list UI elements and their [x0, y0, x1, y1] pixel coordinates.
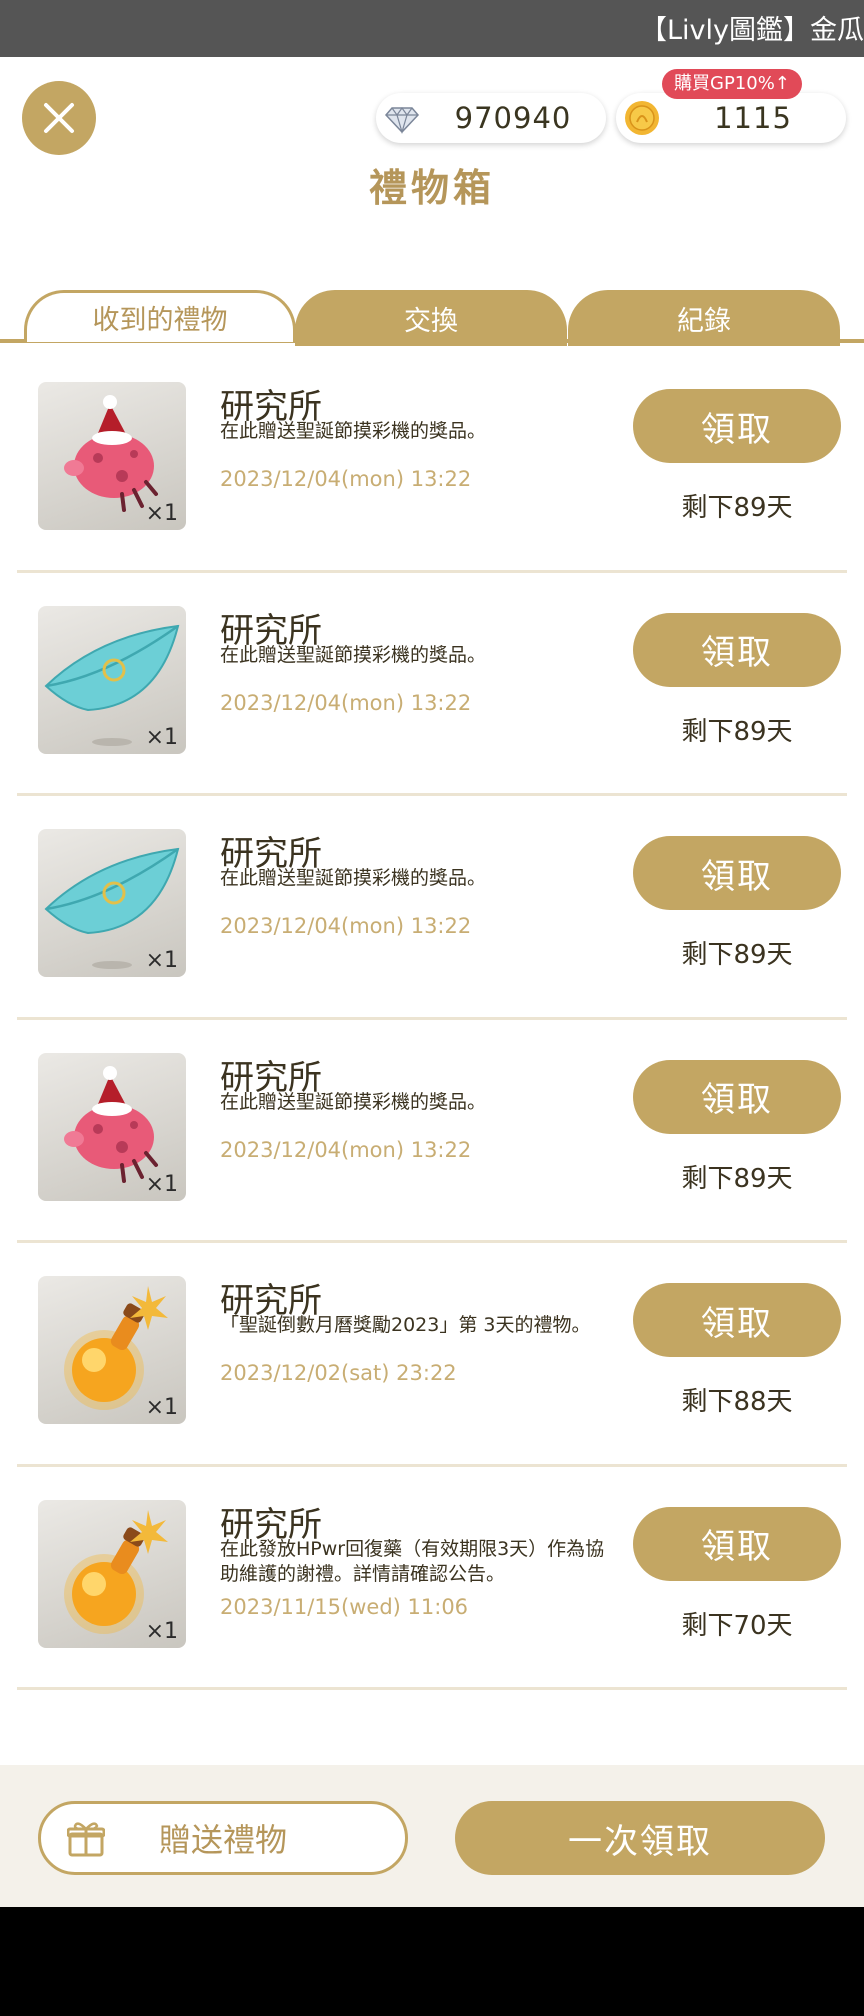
- days-remaining: 剩下70天: [681, 1610, 793, 1641]
- gift-row: ×1 研究所 在此贈送聖誕節摸彩機的獎品。 2023/12/04(mon) 13…: [0, 796, 864, 1020]
- gift-message: 在此贈送聖誕節摸彩機的獎品。: [220, 643, 487, 666]
- status-bar: 【Livly圖鑑】金瓜: [0, 0, 864, 57]
- buy-gp-promo-badge[interactable]: 購買GP10%↑: [662, 69, 802, 99]
- close-button[interactable]: [22, 81, 96, 155]
- gift-quantity: ×1: [145, 1171, 178, 1197]
- gift-quantity: ×1: [145, 724, 178, 750]
- footer-bar: 贈送禮物 一次領取: [0, 1765, 864, 1907]
- claim-button[interactable]: 領取: [633, 836, 841, 910]
- gift-row: ×1 研究所 在此贈送聖誕節摸彩機的獎品。 2023/12/04(mon) 13…: [0, 349, 864, 573]
- days-remaining: 剩下88天: [681, 1387, 793, 1417]
- gem-balance: 970940: [376, 93, 606, 143]
- tab-history[interactable]: 紀錄: [568, 290, 840, 346]
- gift-row: ×1 研究所 在此贈送聖誕節摸彩機的獎品。 2023/12/04(mon) 13…: [0, 573, 864, 796]
- gift-date: 2023/12/04(mon) 13:22: [220, 690, 472, 715]
- gift-thumbnail[interactable]: ×1: [38, 1052, 186, 1201]
- gift-thumbnail[interactable]: ×1: [38, 605, 186, 754]
- gift-row: ×1 研究所 「聖誕倒數月曆獎勵2023」第 3天的禮物。 2023/12/02…: [0, 1243, 864, 1467]
- gift-message: 在此贈送聖誕節摸彩機的獎品。: [220, 420, 487, 442]
- claim-button[interactable]: 領取: [633, 1506, 841, 1581]
- gold-balance[interactable]: 1115: [616, 93, 846, 143]
- claim-button[interactable]: 領取: [633, 1283, 841, 1357]
- days-remaining: 剩下89天: [681, 493, 793, 523]
- days-remaining: 剩下89天: [681, 940, 793, 970]
- gift-box-screen: 970940 1115 購買GP10%↑ 禮物箱 收到的禮物 交換 紀錄 ×1 …: [0, 57, 864, 1907]
- gift-thumbnail[interactable]: ×1: [38, 382, 186, 530]
- gem-count: 970940: [454, 101, 572, 135]
- gift-list: ×1 研究所 在此贈送聖誕節摸彩機的獎品。 2023/12/04(mon) 13…: [0, 349, 864, 1690]
- bottom-letterbox: [0, 1907, 864, 2016]
- gift-quantity: ×1: [145, 948, 178, 973]
- gift-icon: [67, 1822, 105, 1857]
- claim-all-button[interactable]: 一次領取: [455, 1801, 825, 1875]
- send-gift-button[interactable]: 贈送禮物: [38, 1801, 408, 1875]
- tab-exchange[interactable]: 交換: [295, 290, 567, 346]
- close-icon: [44, 103, 74, 133]
- gift-thumbnail[interactable]: ×1: [38, 1499, 186, 1648]
- gift-date: 2023/12/04(mon) 13:22: [220, 1137, 472, 1162]
- gift-message: 在此贈送聖誕節摸彩機的獎品。: [220, 867, 487, 889]
- days-remaining: 剩下89天: [681, 716, 793, 747]
- gift-message: 在此發放HPwr回復藥（有效期限3天）作為協助維護的謝禮。詳情請確認公告。: [220, 1537, 605, 1585]
- gift-quantity: ×1: [145, 501, 178, 526]
- gift-date: 2023/12/04(mon) 13:22: [220, 467, 472, 491]
- claim-button[interactable]: 領取: [633, 1059, 841, 1134]
- gift-thumbnail[interactable]: ×1: [38, 829, 186, 977]
- window-title: 【Livly圖鑑】金瓜: [639, 15, 864, 46]
- send-gift-label: 贈送禮物: [158, 1821, 287, 1859]
- gift-date: 2023/12/02(sat) 23:22: [220, 1361, 457, 1385]
- gift-row: ×1 研究所 在此發放HPwr回復藥（有效期限3天）作為協助維護的謝禮。詳情請確…: [0, 1467, 864, 1690]
- row-divider: [17, 1687, 847, 1690]
- diamond-icon: [384, 106, 420, 135]
- gold-coin-icon: [625, 101, 659, 135]
- days-remaining: 剩下89天: [681, 1163, 793, 1194]
- gift-thumbnail[interactable]: ×1: [38, 1276, 186, 1424]
- gift-quantity: ×1: [145, 1395, 178, 1420]
- gift-date: 2023/12/04(mon) 13:22: [220, 914, 472, 938]
- gift-quantity: ×1: [145, 1618, 178, 1644]
- tab-bar: 收到的禮物 交換 紀錄: [0, 232, 864, 346]
- page-title: 禮物箱: [368, 166, 495, 210]
- gift-date: 2023/11/15(wed) 11:06: [220, 1594, 469, 1619]
- claim-button[interactable]: 領取: [633, 612, 841, 687]
- tab-received-gifts[interactable]: 收到的禮物: [24, 290, 296, 342]
- claim-button[interactable]: 領取: [633, 389, 841, 463]
- gift-message: 「聖誕倒數月曆獎勵2023」第 3天的禮物。: [220, 1314, 591, 1336]
- gift-row: ×1 研究所 在此贈送聖誕節摸彩機的獎品。 2023/12/04(mon) 13…: [0, 1020, 864, 1243]
- gold-count: 1115: [714, 101, 792, 135]
- gift-message: 在此贈送聖誕節摸彩機的獎品。: [220, 1090, 487, 1113]
